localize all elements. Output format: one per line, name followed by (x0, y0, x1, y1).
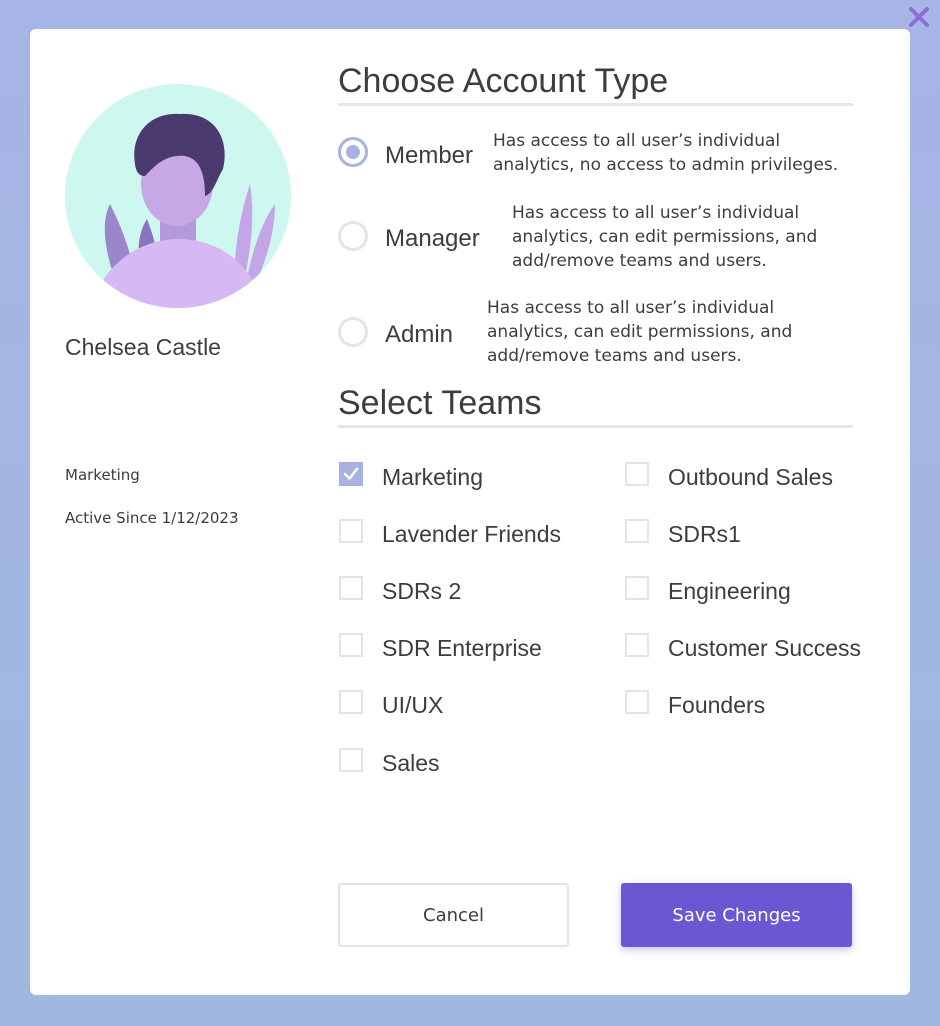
checkbox-outbound-sales-label[interactable]: Outbound Sales (668, 464, 833, 491)
user-active-since: Active Since 1/12/2023 (65, 509, 239, 527)
checkbox-lavender-friends-label[interactable]: Lavender Friends (382, 521, 561, 548)
account-type-title: Choose Account Type (338, 61, 853, 106)
checkbox-customer-success-label[interactable]: Customer Success (668, 635, 861, 662)
checkbox-sdr-enterprise[interactable] (339, 633, 363, 657)
radio-admin-label[interactable]: Admin (385, 321, 453, 349)
checkbox-sdrs1-label[interactable]: SDRs1 (668, 521, 741, 548)
close-icon (909, 7, 929, 27)
checkbox-engineering-label[interactable]: Engineering (668, 578, 791, 605)
checkbox-founders-label[interactable]: Founders (668, 692, 765, 719)
checkbox-lavender-friends[interactable] (339, 519, 363, 543)
radio-member-label[interactable]: Member (385, 142, 473, 170)
checkbox-ui-ux[interactable] (339, 690, 363, 714)
radio-admin[interactable] (338, 317, 368, 347)
radio-manager[interactable] (338, 221, 368, 251)
checkbox-outbound-sales[interactable] (625, 462, 649, 486)
checkbox-engineering[interactable] (625, 576, 649, 600)
checkbox-sdrs-2-label[interactable]: SDRs 2 (382, 578, 461, 605)
cancel-button[interactable]: Cancel (338, 883, 569, 947)
radio-member[interactable] (338, 137, 368, 167)
save-changes-button[interactable]: Save Changes (621, 883, 852, 947)
user-avatar (65, 84, 291, 308)
checkbox-customer-success[interactable] (625, 633, 649, 657)
user-name: Chelsea Castle (65, 334, 221, 360)
checkbox-marketing-label[interactable]: Marketing (382, 464, 483, 491)
close-button[interactable] (906, 4, 932, 30)
checkbox-ui-ux-label[interactable]: UI/UX (382, 692, 443, 719)
radio-member-description: Has access to all user’s individual anal… (493, 131, 839, 175)
user-team: Marketing (65, 466, 140, 484)
radio-admin-description: Has access to all user’s individual anal… (487, 298, 793, 366)
checkbox-sdrs1[interactable] (625, 519, 649, 543)
checkbox-sales-label[interactable]: Sales (382, 750, 440, 777)
checkbox-sales[interactable] (339, 748, 363, 772)
radio-manager-label[interactable]: Manager (385, 225, 480, 253)
person-avatar-icon (65, 84, 291, 308)
edit-user-modal: Chelsea Castle Marketing Active Since 1/… (30, 29, 910, 995)
select-teams-title: Select Teams (338, 383, 853, 428)
radio-manager-description: Has access to all user’s individual anal… (512, 203, 818, 271)
checkbox-sdr-enterprise-label[interactable]: SDR Enterprise (382, 635, 542, 662)
checkbox-marketing[interactable] (339, 462, 363, 486)
checkbox-sdrs-2[interactable] (339, 576, 363, 600)
check-icon (343, 467, 359, 480)
checkbox-founders[interactable] (625, 690, 649, 714)
